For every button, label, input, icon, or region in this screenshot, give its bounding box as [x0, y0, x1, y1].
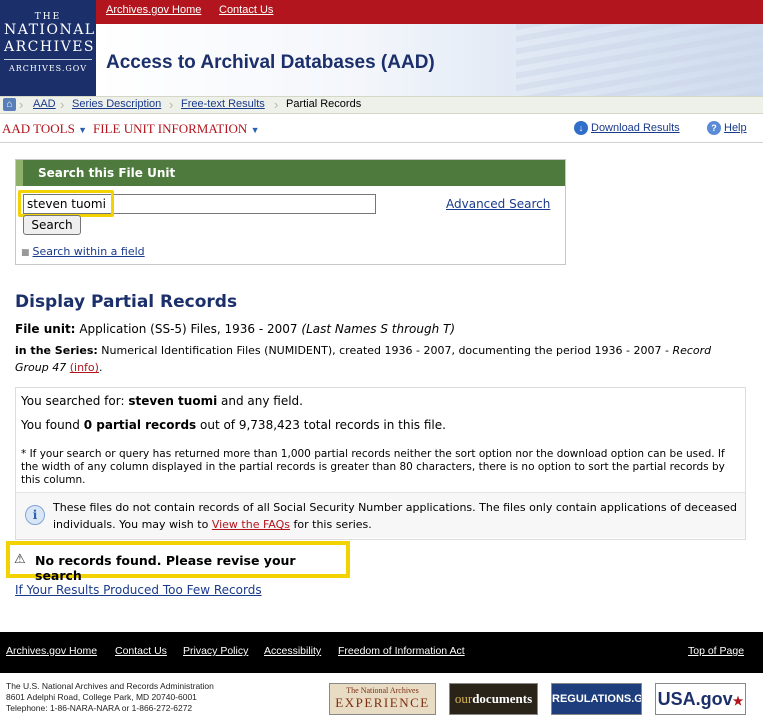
- chevron-down-icon: ▼: [250, 125, 260, 135]
- search-panel-heading: Search this File Unit: [16, 160, 565, 186]
- info-icon: i: [25, 505, 45, 525]
- archives-home-link[interactable]: Archives.gov Home: [106, 4, 201, 16]
- footer-privacy-policy-link[interactable]: Privacy Policy: [183, 645, 248, 657]
- chevron-down-icon: ▼: [78, 125, 88, 135]
- info-notice-text: These files do not contain records of al…: [53, 499, 743, 533]
- breadcrumb-separator: ›: [274, 97, 279, 112]
- searched-for-prefix: You searched for:: [21, 394, 125, 408]
- download-results-button[interactable]: ↓ Download Results: [574, 121, 680, 135]
- breadcrumb-separator: ›: [60, 97, 65, 112]
- national-archives-logo[interactable]: THE NATIONAL ARCHIVES ARCHIVES.GOV: [0, 0, 96, 96]
- file-unit-note: (Last Names S through T): [301, 322, 456, 336]
- toolbar: AAD TOOLS ▼ FILE UNIT INFORMATION ▼ ↓ Dow…: [0, 115, 763, 143]
- banner: Access to Archival Databases (AAD): [96, 24, 763, 96]
- usa-gov-logo-text: USA.gov: [657, 689, 733, 709]
- regulations-gov-logo[interactable]: REGULATIONS.GOV: [551, 683, 642, 715]
- file-unit-value: Application (SS-5) Files, 1936 - 2007: [79, 322, 298, 336]
- download-results-label: Download Results: [591, 121, 680, 134]
- footer-foia-link[interactable]: Freedom of Information Act: [338, 645, 465, 657]
- searched-term: steven tuomi: [128, 394, 218, 408]
- info-text-part-2: for this series.: [293, 518, 372, 531]
- site-title: Access to Archival Databases (AAD): [106, 52, 435, 73]
- searched-for-line: You searched for: steven tuomi and any f…: [21, 394, 303, 408]
- view-faqs-link[interactable]: View the FAQs: [212, 518, 290, 531]
- footer-archives-home-link[interactable]: Archives.gov Home: [6, 645, 97, 657]
- footer-contact-us-link[interactable]: Contact Us: [115, 645, 167, 657]
- results-summary-box: You searched for: steven tuomi and any f…: [15, 387, 746, 540]
- info-notice: i These files do not contain records of …: [16, 492, 745, 538]
- breadcrumb-aad[interactable]: AAD: [33, 98, 56, 110]
- logo-line-2: NATIONAL ARCHIVES: [4, 22, 94, 60]
- aad-tools-menu[interactable]: AAD TOOLS ▼: [2, 121, 87, 137]
- file-unit-line: File unit: Application (SS-5) Files, 193…: [15, 322, 455, 336]
- address-line-2: 8601 Adelphi Road, College Park, MD 2074…: [6, 692, 197, 702]
- series-value: Numerical Identification Files (NUMIDENT…: [101, 344, 669, 357]
- address-line-1: The U.S. National Archives and Records A…: [6, 681, 214, 691]
- found-count: 0 partial records: [83, 418, 197, 432]
- page-title: Display Partial Records: [15, 292, 238, 312]
- warning-icon: ⚠: [14, 552, 26, 567]
- too-few-records-link[interactable]: If Your Results Produced Too Few Records: [15, 583, 262, 597]
- found-count-line: You found 0 partial records out of 9,738…: [21, 418, 446, 432]
- usa-gov-logo[interactable]: USA.gov★: [655, 683, 746, 715]
- search-within-field-link[interactable]: Search within a field: [33, 245, 145, 258]
- help-label: Help: [724, 121, 747, 134]
- address-line-3: Telephone: 1-86-NARA-NARA or 1-866-272-6…: [6, 703, 193, 713]
- footer-info: The U.S. National Archives and Records A…: [0, 673, 763, 719]
- footer-top-of-page-link[interactable]: Top of Page: [688, 645, 744, 657]
- file-unit-information-label: FILE UNIT INFORMATION: [93, 121, 248, 136]
- breadcrumb: ⌂ › AAD › Series Description › Free-text…: [0, 96, 763, 114]
- footer-accessibility-link[interactable]: Accessibility: [264, 645, 321, 657]
- contact-us-link[interactable]: Contact Us: [219, 4, 273, 16]
- results-footnote: * If your search or query has returned m…: [21, 448, 725, 486]
- breadcrumb-partial-records: Partial Records: [286, 98, 362, 110]
- series-line: in the Series: Numerical Identification …: [15, 342, 745, 376]
- series-label: in the Series:: [15, 344, 98, 357]
- experience-logo-line-2: EXPERIENCE: [335, 695, 430, 710]
- search-panel: Search this File Unit Search Advanced Se…: [15, 159, 566, 265]
- file-unit-information-menu[interactable]: FILE UNIT INFORMATION ▼: [93, 121, 259, 137]
- help-button[interactable]: ? Help: [707, 121, 747, 135]
- footer-address: The U.S. National Archives and Records A…: [6, 681, 214, 714]
- top-link-bar: Archives.gov Home Contact Us: [96, 0, 763, 24]
- breadcrumb-free-text-results[interactable]: Free-text Results: [181, 98, 265, 110]
- info-text-part-1: These files do not contain records of al…: [53, 501, 737, 531]
- experience-logo-line-1: The National Archives: [346, 686, 419, 695]
- found-prefix: You found: [21, 418, 80, 432]
- search-button[interactable]: Search: [23, 215, 81, 235]
- breadcrumb-separator: ›: [169, 97, 174, 112]
- series-info-link[interactable]: (info): [70, 361, 99, 374]
- site-header: THE NATIONAL ARCHIVES ARCHIVES.GOV Archi…: [0, 0, 763, 96]
- footer-nav: Archives.gov Home Contact Us Privacy Pol…: [0, 632, 763, 673]
- logo-line-3: ARCHIVES.GOV: [9, 64, 87, 73]
- home-icon[interactable]: ⌂: [3, 98, 16, 111]
- star-icon: ★: [732, 694, 744, 708]
- bullet-icon: ■: [21, 248, 30, 258]
- file-unit-label: File unit:: [15, 322, 76, 336]
- our-documents-logo-part-2: documents: [472, 691, 533, 706]
- help-icon: ?: [707, 121, 721, 135]
- our-documents-logo[interactable]: ourdocuments: [449, 683, 538, 715]
- breadcrumb-series-description[interactable]: Series Description: [72, 98, 161, 110]
- our-documents-logo-part-1: our: [454, 691, 473, 706]
- national-archives-experience-logo[interactable]: The National Archives EXPERIENCE: [329, 683, 436, 715]
- breadcrumb-separator: ›: [19, 97, 24, 112]
- searched-for-suffix: and any field.: [221, 394, 303, 408]
- no-records-text: No records found. Please revise your sea…: [35, 553, 296, 583]
- logo-line-1: THE: [34, 12, 62, 22]
- search-within-field-row: ■ Search within a field: [21, 245, 145, 258]
- series-period: .: [98, 361, 103, 374]
- aad-tools-label: AAD TOOLS: [2, 121, 75, 136]
- found-suffix: out of 9,738,423 total records in this f…: [200, 418, 446, 432]
- banner-flag-decoration: [516, 24, 763, 96]
- advanced-search-link[interactable]: Advanced Search: [446, 197, 550, 211]
- download-icon: ↓: [574, 121, 588, 135]
- no-records-message: ⚠ No records found. Please revise your s…: [6, 541, 350, 583]
- search-term-highlight: [18, 190, 114, 217]
